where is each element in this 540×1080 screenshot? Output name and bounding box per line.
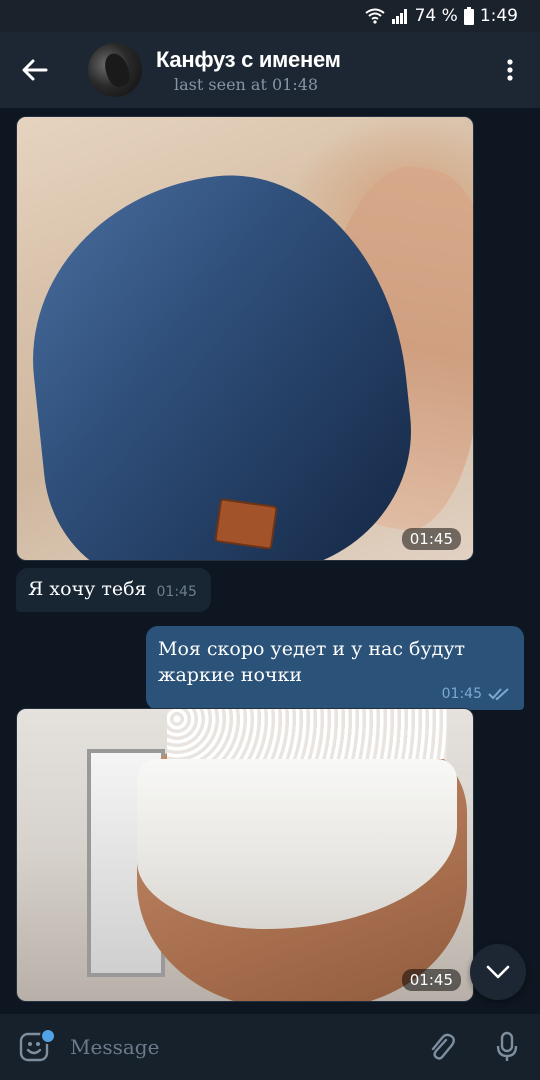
message-time: 01:45 (156, 584, 197, 600)
message-composer (0, 1014, 540, 1080)
back-arrow-icon (22, 59, 48, 81)
message-text: Моя скоро уедет и у нас будут жаркие ноч… (158, 638, 466, 686)
more-options-button[interactable] (480, 32, 540, 108)
last-seen-status: last seen at 01:48 (174, 74, 319, 94)
photo-content (214, 498, 278, 550)
photo-message-1[interactable]: 01:45 (16, 116, 474, 561)
battery-percent: 74 % (414, 6, 458, 26)
double-check-icon (488, 688, 509, 701)
chat-name: Канфуз с именем (156, 46, 341, 72)
message-time: 01:45 (401, 528, 461, 550)
message-meta: 01:45 (158, 686, 510, 702)
microphone-icon (496, 1031, 518, 1061)
paperclip-icon (431, 1033, 455, 1060)
battery-icon (463, 7, 474, 25)
message-time: 01:45 (441, 686, 482, 702)
more-vert-icon (507, 59, 513, 81)
attach-button[interactable] (408, 1014, 474, 1080)
wifi-icon (364, 8, 385, 24)
notification-dot (40, 1028, 56, 1044)
clock: 1:49 (479, 6, 518, 26)
scroll-to-bottom-button[interactable] (470, 944, 526, 1000)
signal-icon (391, 8, 409, 24)
message-input[interactable] (68, 1034, 408, 1060)
back-button[interactable] (0, 32, 70, 108)
incoming-message-bubble[interactable]: Я хочу тебя 01:45 (16, 568, 211, 612)
photo-message-2[interactable]: 01:45 (16, 708, 474, 1002)
photo-content (167, 709, 447, 759)
emoji-button[interactable] (0, 1014, 68, 1080)
message-time: 01:45 (401, 969, 461, 991)
outgoing-message-bubble[interactable]: Моя скоро уедет и у нас будут жаркие ноч… (146, 626, 524, 710)
avatar[interactable] (88, 43, 142, 97)
chat-title-block[interactable]: Канфуз с именем last seen at 01:48 (156, 47, 480, 94)
voice-record-button[interactable] (474, 1014, 540, 1080)
chevron-down-icon (486, 965, 510, 979)
status-bar: 74 % 1:49 (0, 0, 540, 32)
message-text: Я хочу тебя (28, 578, 147, 600)
chat-header: Канфуз с именем last seen at 01:48 (0, 32, 540, 108)
